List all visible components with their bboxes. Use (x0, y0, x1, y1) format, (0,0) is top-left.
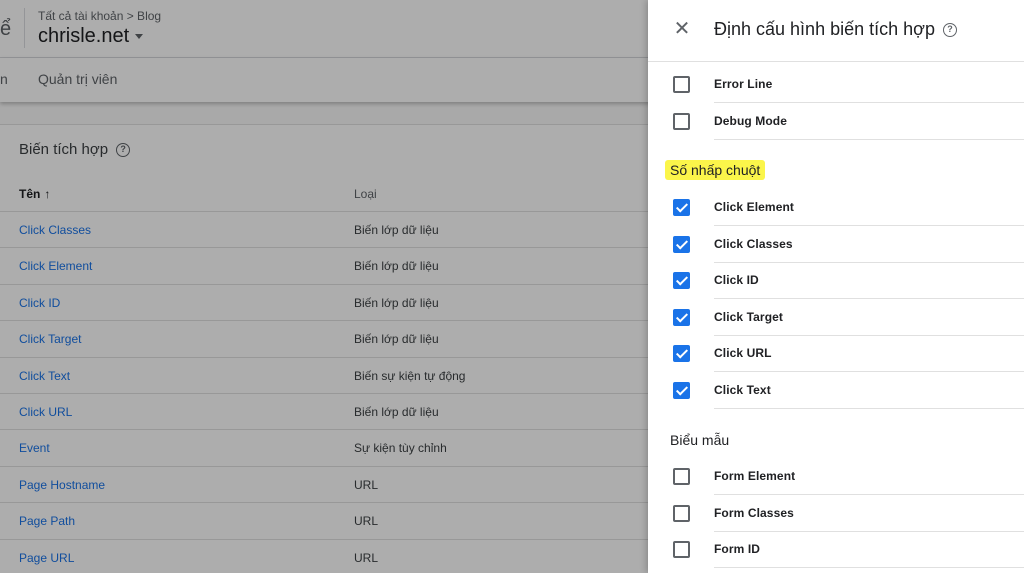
option-label[interactable]: Click Element (714, 200, 794, 214)
panel-header: ✕ Định cấu hình biến tích hợp ? (648, 0, 1024, 62)
option-label[interactable]: Click Text (714, 383, 771, 397)
variable-option: Form Element (673, 459, 1024, 495)
option-label[interactable]: Click URL (714, 346, 772, 360)
variable-option: Form ID (673, 532, 1024, 568)
option-label[interactable]: Click Target (714, 310, 783, 324)
option-label[interactable]: Click Classes (714, 237, 793, 251)
checkbox[interactable] (673, 468, 690, 485)
checkbox[interactable] (673, 504, 690, 522)
checkbox[interactable] (673, 112, 690, 130)
section-title-forms: Biểu mẫu (670, 432, 730, 448)
section-title-clicks: Số nhấp chuột (665, 160, 766, 180)
option-label[interactable]: Error Line (714, 77, 772, 91)
checkbox-checked[interactable] (673, 345, 690, 362)
option-label[interactable]: Form Classes (714, 506, 794, 520)
checkbox-checked[interactable] (673, 199, 690, 216)
variable-option: Debug Mode (673, 104, 1024, 140)
option-label[interactable]: Form Element (714, 469, 795, 483)
variable-option: Click Classes (673, 227, 1024, 263)
checkbox-checked[interactable] (673, 381, 690, 399)
checkbox-checked[interactable] (673, 272, 690, 289)
scrim-overlay[interactable] (0, 0, 648, 573)
checkbox[interactable] (673, 76, 690, 93)
variable-option: Click Text (673, 373, 1024, 409)
help-icon[interactable]: ? (942, 22, 957, 37)
checkbox-checked[interactable] (673, 308, 690, 326)
close-icon[interactable]: ✕ (672, 19, 692, 39)
variable-option: Click Element (673, 190, 1024, 226)
option-label[interactable]: Debug Mode (714, 114, 787, 128)
checkbox-checked[interactable] (673, 235, 690, 253)
variable-option: Click ID (673, 263, 1024, 299)
variable-option: Click Target (673, 300, 1024, 336)
checkbox[interactable] (673, 541, 690, 558)
configure-builtin-variables-panel: ✕ Định cấu hình biến tích hợp ? Error Li… (648, 0, 1024, 573)
panel-title: Định cấu hình biến tích hợp ? (714, 19, 957, 40)
variable-option: Error Line (673, 67, 1024, 103)
highlighted-section-label: Số nhấp chuột (665, 160, 766, 180)
panel-title-text: Định cấu hình biến tích hợp (714, 19, 935, 39)
variable-option: Click URL (673, 336, 1024, 372)
option-label[interactable]: Click ID (714, 273, 759, 287)
option-label[interactable]: Form ID (714, 542, 760, 556)
variable-option: Form Classes (673, 496, 1024, 532)
